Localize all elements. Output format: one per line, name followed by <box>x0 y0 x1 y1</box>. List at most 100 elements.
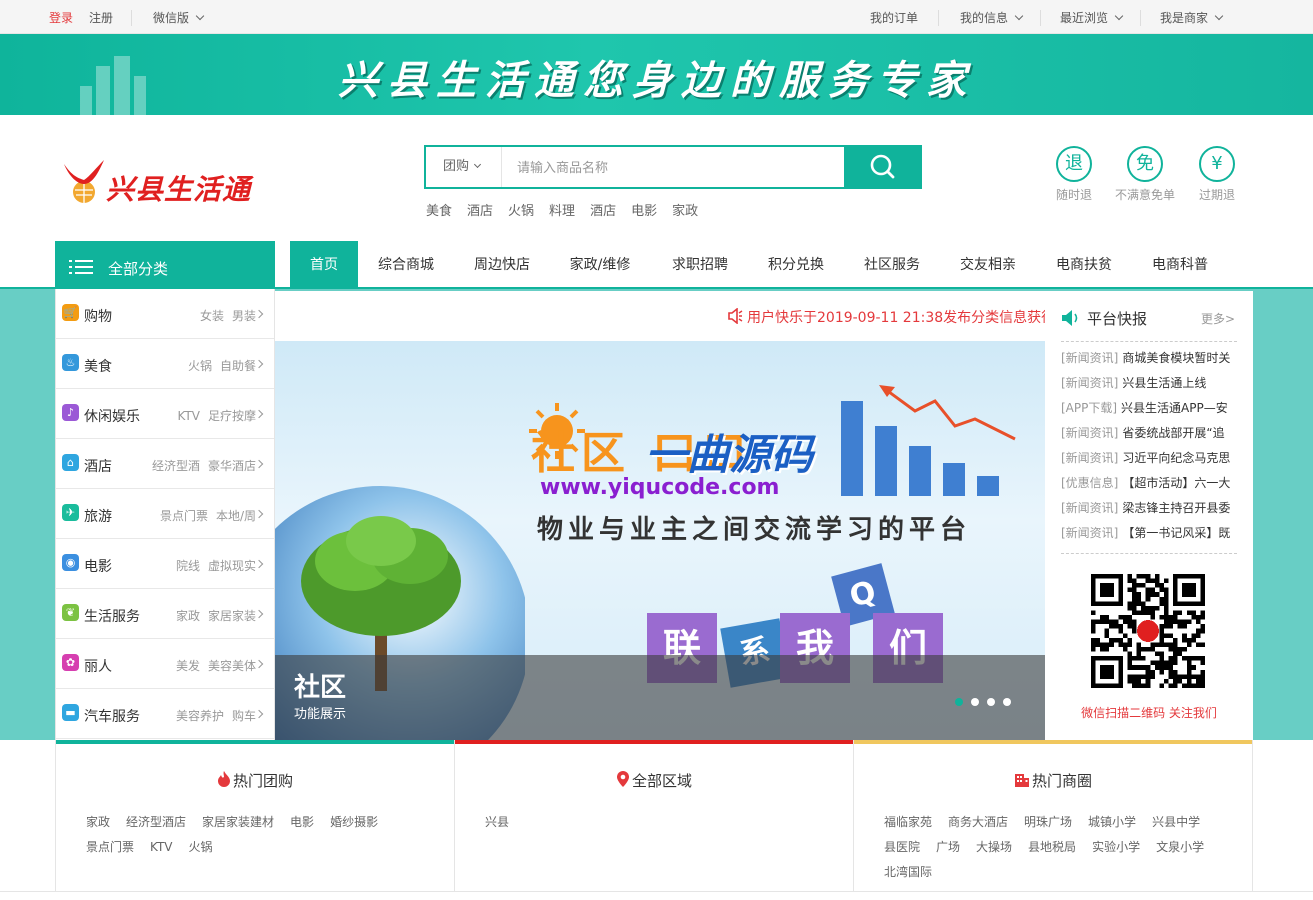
category-item[interactable]: ⌂ 酒店 经济型酒 豪华酒店 <box>56 439 274 489</box>
tab-dating[interactable]: 交友相亲 <box>950 241 1026 287</box>
tab-points[interactable]: 积分兑换 <box>758 241 834 287</box>
hotword-link[interactable]: 酒店 <box>467 200 493 219</box>
merchant-menu[interactable]: 我是商家 <box>1160 10 1224 26</box>
block-link[interactable]: 火锅 <box>189 835 213 859</box>
tab-community[interactable]: 社区服务 <box>854 241 930 287</box>
platform-news-panel: 平台快报 更多> [新闻资讯] 商城美食模块暂时关 [新闻资讯] 兴县生活通上线 [AP… <box>1045 291 1253 740</box>
tab-home[interactable]: 首页 <box>290 241 358 287</box>
subcategory-link[interactable]: 经济型酒 <box>152 459 200 473</box>
news-item[interactable]: [新闻资讯] 商城美食模块暂时关 <box>1061 350 1237 375</box>
register-link[interactable]: 注册 <box>89 10 113 26</box>
news-item[interactable]: [新闻资讯] 【第一书记风采】既 <box>1061 525 1237 550</box>
category-item[interactable]: ▬ 汽车服务 美容养护 购车 <box>56 689 274 739</box>
subcategory-link[interactable]: 足疗按摩 <box>208 409 256 423</box>
block-link[interactable]: 兴县中学 <box>1152 810 1200 834</box>
hot-business-district-block: 热门商圈 福临家苑 商务大酒店 明珠广场 城镇小学 兴县中学县医院 广场 大操场 县地税局 实验… <box>854 740 1252 892</box>
all-categories-button[interactable]: 全部分类 <box>55 241 275 289</box>
hotword-link[interactable]: 家政 <box>672 200 698 219</box>
subcategory-link[interactable]: 家政 <box>176 609 200 623</box>
block-link[interactable]: 福临家苑 <box>884 810 932 834</box>
block-link[interactable]: 广场 <box>936 835 960 859</box>
top-banner[interactable]: 兴县生活通您身边的服务专家 <box>0 34 1313 115</box>
recent-browse-menu[interactable]: 最近浏览 <box>1060 10 1124 26</box>
subcategory-link[interactable]: 院线 <box>176 559 200 573</box>
tab-poverty-relief[interactable]: 电商扶贫 <box>1046 241 1122 287</box>
block-link[interactable]: 兴县 <box>485 810 509 834</box>
news-item[interactable]: [新闻资讯] 兴县生活通上线 <box>1061 375 1237 400</box>
subcategory-link[interactable]: 男装 <box>232 309 256 323</box>
subcategory-link[interactable]: 购车 <box>232 709 256 723</box>
carousel-dot[interactable] <box>955 698 963 706</box>
subcategory-link[interactable]: 景点门票 <box>160 509 208 523</box>
more-news-link[interactable]: 更多> <box>1201 310 1235 327</box>
block-link[interactable]: 家居家装建材 <box>202 810 274 834</box>
block-link[interactable]: 北湾国际 <box>884 860 932 884</box>
carousel-dot[interactable] <box>987 698 995 706</box>
block-link[interactable]: 明珠广场 <box>1024 810 1072 834</box>
subcategory-link[interactable]: 美容美体 <box>208 659 256 673</box>
tab-housekeeping[interactable]: 家政/维修 <box>560 241 640 287</box>
block-link[interactable]: 电影 <box>290 810 314 834</box>
subcategory-link[interactable]: 虚拟现实 <box>208 559 256 573</box>
subcategory-link[interactable]: 本地/周 <box>216 509 256 523</box>
carousel-dot[interactable] <box>971 698 979 706</box>
block-link[interactable]: 大操场 <box>976 835 1012 859</box>
category-item[interactable]: ♪ 休闲娱乐 KTV 足疗按摩 <box>56 389 274 439</box>
block-link[interactable]: 实验小学 <box>1092 835 1140 859</box>
news-item[interactable]: [APP下载] 兴县生活通APP—安 <box>1061 400 1237 425</box>
my-orders-link[interactable]: 我的订单 <box>870 10 918 26</box>
search-input[interactable] <box>504 147 844 187</box>
tab-ecommerce-science[interactable]: 电商科普 <box>1142 241 1218 287</box>
tab-nearby-shops[interactable]: 周边快店 <box>464 241 540 287</box>
block-link[interactable]: 景点门票 <box>86 835 134 859</box>
tab-mall[interactable]: 综合商城 <box>368 241 444 287</box>
subcategory-link[interactable]: 美发 <box>176 659 200 673</box>
block-link[interactable]: 城镇小学 <box>1088 810 1136 834</box>
category-item[interactable]: 🛒 购物 女装 男装 <box>56 289 274 339</box>
beauty-icon: ✿ <box>62 654 79 671</box>
notice-text[interactable]: 用户快乐于2019-09-11 21:38发布分类信息获得 <box>747 307 1045 327</box>
block-link[interactable]: 婚纱摄影 <box>330 810 378 834</box>
search-type-select[interactable]: 团购 <box>426 147 502 187</box>
top-bar: 登录 注册 微信版 我的订单 我的信息 最近浏览 我是商家 <box>0 0 1313 34</box>
tab-jobs[interactable]: 求职招聘 <box>662 241 738 287</box>
block-link[interactable]: 家政 <box>86 810 110 834</box>
site-logo[interactable]: 兴县生活通 <box>62 158 252 208</box>
block-link[interactable]: 文泉小学 <box>1156 835 1204 859</box>
block-link[interactable]: KTV <box>150 835 172 859</box>
block-link[interactable]: 经济型酒店 <box>126 810 186 834</box>
block-link[interactable]: 商务大酒店 <box>948 810 1008 834</box>
subcategory-link[interactable]: 家居家装 <box>208 609 256 623</box>
subcategory-link[interactable]: KTV <box>178 409 200 423</box>
news-item[interactable]: [新闻资讯] 省委统战部开展“追 <box>1061 425 1237 450</box>
wechat-version-menu[interactable]: 微信版 <box>153 10 205 26</box>
carousel-dot[interactable] <box>1003 698 1011 706</box>
search-button[interactable] <box>844 145 922 189</box>
hotword-link[interactable]: 料理 <box>549 200 575 219</box>
block-link[interactable]: 县地税局 <box>1028 835 1076 859</box>
news-item[interactable]: [新闻资讯] 梁志锋主持召开县委 <box>1061 500 1237 525</box>
block-link[interactable]: 县医院 <box>884 835 920 859</box>
category-item[interactable]: ✿ 丽人 美发 美容美体 <box>56 639 274 689</box>
subcategory-link[interactable]: 豪华酒店 <box>208 459 256 473</box>
hotword-link[interactable]: 美食 <box>426 200 452 219</box>
subcategory-link[interactable]: 美容养护 <box>176 709 224 723</box>
subcategory-link[interactable]: 自助餐 <box>220 359 256 373</box>
hotword-link[interactable]: 电影 <box>631 200 657 219</box>
my-info-menu[interactable]: 我的信息 <box>960 10 1024 26</box>
category-item[interactable]: ♨ 美食 火锅 自助餐 <box>56 339 274 389</box>
news-tag: [APP下载] <box>1061 401 1118 415</box>
hotword-link[interactable]: 酒店 <box>590 200 616 219</box>
panel-title: 平台快报 <box>1087 310 1148 328</box>
news-item[interactable]: [新闻资讯] 习近平向纪念马克思 <box>1061 450 1237 475</box>
hero-carousel[interactable]: 社区 口口 一曲源码 www.yiqucode.com 物业与业主之间交流学习的… <box>275 341 1045 740</box>
category-item[interactable]: ◉ 电影 院线 虚拟现实 <box>56 539 274 589</box>
news-item[interactable]: [优惠信息] 【超市活动】六一大 <box>1061 475 1237 500</box>
category-item[interactable]: ❦ 生活服务 家政 家居家装 <box>56 589 274 639</box>
film-icon: ◉ <box>62 554 79 571</box>
subcategory-link[interactable]: 火锅 <box>188 359 212 373</box>
category-item[interactable]: ✈ 旅游 景点门票 本地/周 <box>56 489 274 539</box>
subcategory-link[interactable]: 女装 <box>200 309 224 323</box>
login-link[interactable]: 登录 <box>49 10 73 26</box>
hotword-link[interactable]: 火锅 <box>508 200 534 219</box>
